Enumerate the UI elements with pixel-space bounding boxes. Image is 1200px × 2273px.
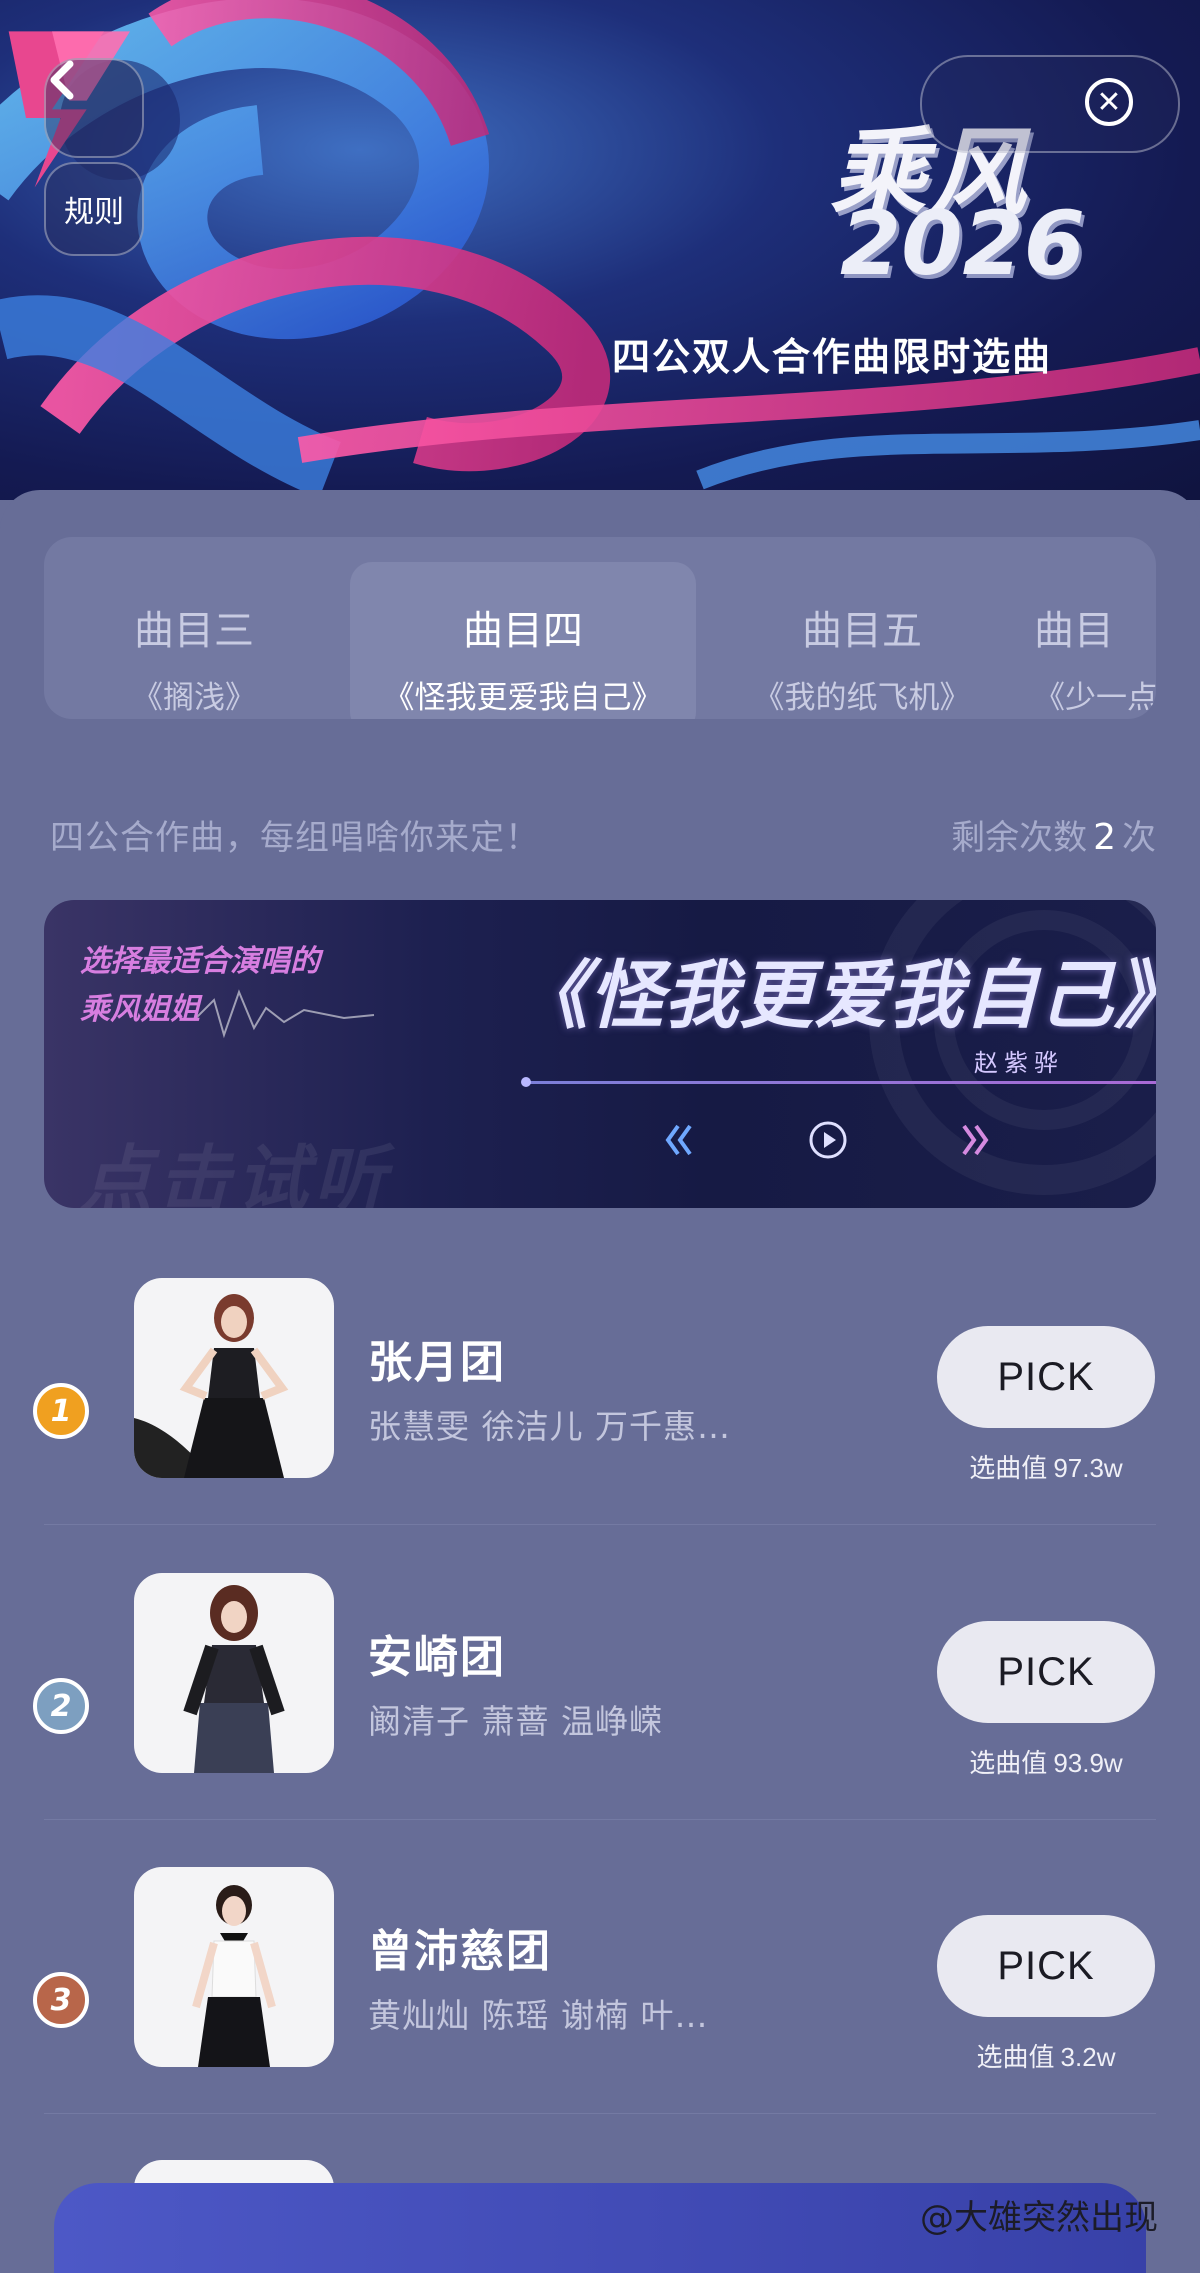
song-title: 《怪我更爱我自己》 — [514, 953, 1156, 1039]
remaining-prefix: 剩余次数 — [951, 818, 1088, 858]
tab-song: 《怪我更爱我自己》 — [383, 680, 663, 716]
hero-year: 2026 — [840, 192, 1085, 295]
pick-button[interactable]: PICK — [937, 1326, 1155, 1428]
rules-button[interactable]: 规则 — [44, 162, 144, 256]
hero-banner: 乘风 2026 四公双人合作曲限时选曲 规则 ✕ — [0, 0, 1200, 500]
pick-value-label: 选曲值 — [969, 1454, 1048, 1484]
team-name: 张月团 — [368, 1337, 506, 1388]
song-preview-player[interactable]: 选择最适合演唱的 乘风姐姐 点击试听 《怪我更爱我自己》 赵紫骅 — [44, 900, 1156, 1208]
pick-value: 选曲值 3.2w — [937, 2037, 1155, 2074]
progress-track[interactable] — [524, 1081, 1156, 1084]
next-icon[interactable] — [960, 1122, 990, 1158]
tab-song: 《少一点 — [1034, 680, 1156, 716]
rank-badge: 1 — [33, 1383, 89, 1439]
tab-song: 《我的纸飞机》 — [753, 680, 971, 716]
watermark: @大雄突然出现 — [920, 2198, 1158, 2238]
pick-button[interactable]: PICK — [937, 1915, 1155, 2017]
back-button[interactable] — [44, 58, 144, 158]
previous-icon[interactable] — [664, 1122, 694, 1158]
team-members: 阚清子 萧蔷 温峥嵘 — [368, 1702, 663, 1741]
progress-handle[interactable] — [521, 1077, 531, 1087]
team-name: 安崎团 — [368, 1632, 506, 1683]
rank-badge: 2 — [33, 1678, 89, 1734]
divider — [44, 1819, 1156, 1820]
divider — [44, 1524, 1156, 1525]
list-item: 1 张月团 张慧雯 徐洁儿 万千惠… PICK 选曲值 97.3w — [0, 1278, 1200, 1572]
tab-label: 曲目 — [1034, 608, 1114, 654]
pick-value: 选曲值 93.9w — [937, 1743, 1155, 1780]
rank-badge: 3 — [33, 1972, 89, 2028]
pick-value: 选曲值 97.3w — [937, 1448, 1155, 1485]
list-item: 2 安崎团 阚清子 萧蔷 温峥嵘 PICK 选曲值 93.9w — [0, 1573, 1200, 1867]
tab-song-4[interactable]: 曲目四 《怪我更爱我自己》 — [350, 562, 696, 719]
pick-value-label: 选曲值 — [969, 1749, 1048, 1779]
tab-song-3[interactable]: 曲目三 《搁浅》 — [44, 562, 344, 719]
player-prompt-line2: 乘风姐姐 — [80, 992, 200, 1027]
singer-name: 赵紫骅 — [974, 1049, 1064, 1077]
chevron-left-icon — [50, 60, 74, 100]
avatar — [134, 1278, 334, 1478]
main-panel: 曲目三 《搁浅》 曲目四 《怪我更爱我自己》 曲目五 《我的纸飞机》 曲目 《少… — [0, 490, 1200, 2260]
portrait-image — [134, 1294, 289, 1478]
tab-song: 《搁浅》 — [132, 680, 256, 716]
list-item: 3 曾沛慈团 黄灿灿 陈瑶 谢楠 叶… PICK 选曲值 3.2w — [0, 1867, 1200, 2161]
tagline: 四公合作曲，每组唱啥你来定！ — [50, 818, 540, 858]
close-icon[interactable]: ✕ — [1085, 78, 1133, 126]
portrait-image — [192, 1885, 276, 2067]
divider — [44, 2113, 1156, 2114]
song-tabs: 曲目三 《搁浅》 曲目四 《怪我更爱我自己》 曲目五 《我的纸飞机》 曲目 《少… — [44, 537, 1156, 719]
player-prompt: 选择最适合演唱的 乘风姐姐 — [80, 938, 320, 1034]
hero-subtitle: 四公双人合作曲限时选曲 — [612, 335, 1053, 379]
avatar — [134, 1573, 334, 1773]
pick-value-number: 3.2w — [1060, 2042, 1116, 2072]
pick-value-label: 选曲值 — [976, 2043, 1055, 2073]
portrait-image — [183, 1585, 285, 1773]
player-prompt-line1: 选择最适合演唱的 — [80, 944, 320, 979]
team-name: 曾沛慈团 — [368, 1926, 552, 1977]
pick-value-number: 93.9w — [1053, 1748, 1123, 1778]
avatar — [134, 1867, 334, 2067]
tab-song-5[interactable]: 曲目五 《我的纸飞机》 — [712, 562, 1012, 719]
team-members: 黄灿灿 陈瑶 谢楠 叶… — [368, 1996, 709, 2035]
tab-label: 曲目四 — [463, 608, 583, 654]
listen-hint[interactable]: 点击试听 — [80, 1120, 392, 1208]
team-members: 张慧雯 徐洁儿 万千惠… — [368, 1407, 731, 1446]
capsule-menu — [920, 55, 1180, 153]
tab-song-6[interactable]: 曲目 《少一点 — [1034, 562, 1156, 719]
remaining-suffix: 次 — [1122, 818, 1156, 858]
tab-label: 曲目五 — [802, 608, 922, 654]
remaining-number: 2 — [1093, 817, 1116, 858]
remaining-count: 剩余次数 2 次 — [951, 810, 1156, 859]
tab-label: 曲目三 — [134, 608, 254, 654]
play-icon[interactable] — [808, 1120, 848, 1160]
pick-button[interactable]: PICK — [937, 1621, 1155, 1723]
pick-value-number: 97.3w — [1053, 1453, 1123, 1483]
